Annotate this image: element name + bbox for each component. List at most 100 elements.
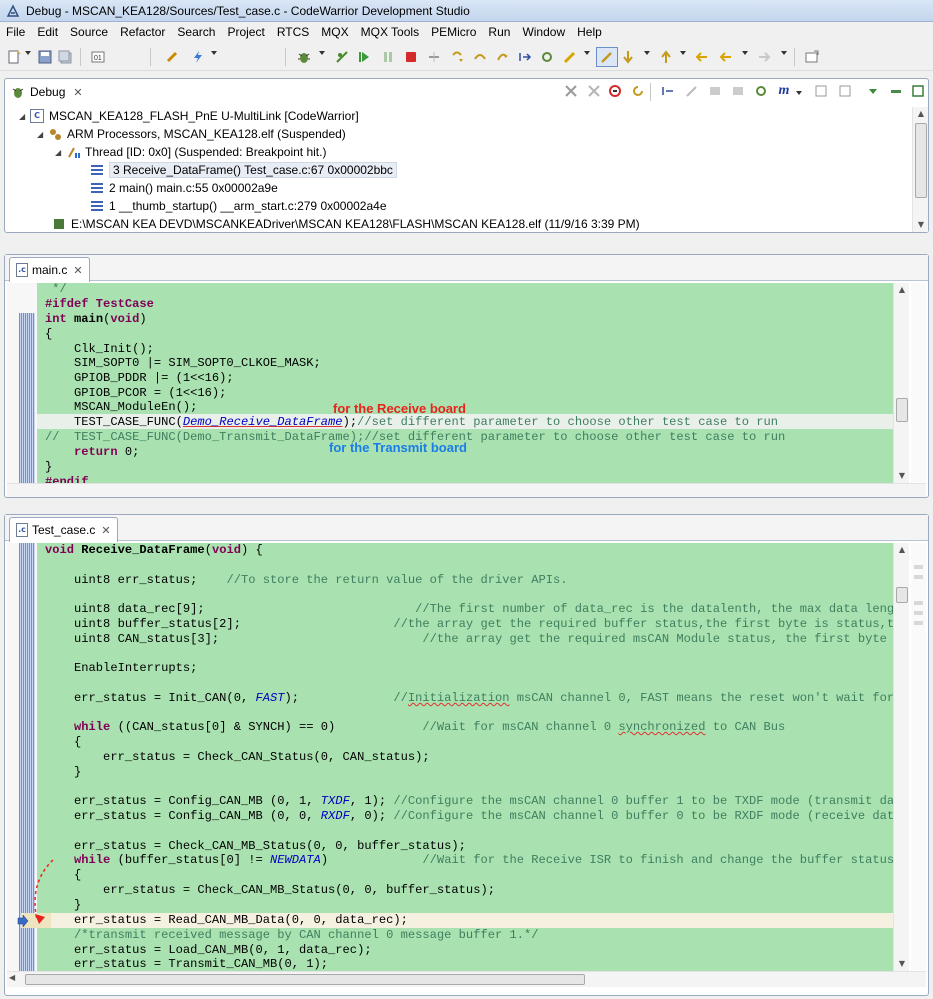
scroll-up-icon[interactable]: ▲	[913, 107, 929, 121]
connect-dropdown-icon[interactable]	[584, 51, 590, 55]
open-perspective-icon[interactable]	[804, 49, 820, 65]
scroll-thumb[interactable]	[915, 123, 927, 198]
toggle-mark-occurrences-icon[interactable]	[596, 47, 618, 67]
scroll-down-icon[interactable]: ▼	[894, 957, 910, 971]
minimize-icon[interactable]	[888, 83, 904, 99]
multicore-dropdown-icon[interactable]	[796, 91, 802, 95]
scroll-thumb[interactable]	[896, 587, 908, 603]
main-c-code-area[interactable]: */ #ifdef TestCase int main(void) { Clk_…	[7, 283, 893, 483]
tree-item-elf[interactable]: E:\MSCAN KEA DEVD\MSCANKEADriver\MSCAN K…	[51, 215, 640, 233]
debug-vertical-scrollbar[interactable]: ▲ ▼	[912, 107, 928, 232]
menu-file[interactable]: File	[0, 22, 31, 42]
code-line: err_status = Config_CAN_MB (0, 1, TXDF, …	[45, 794, 893, 808]
test-case-code-area[interactable]: void Receive_DataFrame(void) { uint8 err…	[7, 543, 893, 971]
tree-item-thread[interactable]: ◢ Thread [ID: 0x0] (Suspended: Breakpoin…	[55, 143, 326, 161]
forward-icon[interactable]	[756, 49, 772, 65]
terminate-icon[interactable]	[403, 49, 419, 65]
debug-dropdown-icon[interactable]	[319, 51, 325, 55]
multicore-m-icon[interactable]: m	[776, 83, 792, 99]
menu-mqx-tools[interactable]: MQX Tools	[355, 22, 425, 42]
step-return-icon[interactable]	[494, 49, 510, 65]
annotation-up-icon[interactable]	[658, 49, 674, 65]
build-config-icon[interactable]: 01	[90, 49, 106, 65]
step-into-icon[interactable]	[449, 49, 465, 65]
flash-icon[interactable]	[190, 49, 206, 65]
scroll-thumb[interactable]	[896, 398, 908, 422]
scroll-left-icon[interactable]: ◀	[9, 973, 15, 982]
back-dropdown-icon[interactable]	[742, 51, 748, 55]
memory-icon[interactable]	[707, 83, 723, 99]
forward-dropdown-icon[interactable]	[781, 51, 787, 55]
expand-triangle-icon[interactable]: ◢	[37, 130, 47, 139]
save-all-icon[interactable]	[57, 49, 73, 65]
view-menu-icon[interactable]	[865, 83, 881, 99]
test-case-horizontal-scrollbar[interactable]: ◀	[7, 971, 926, 987]
test-case-vertical-scrollbar[interactable]: ▲ ▼	[893, 543, 909, 971]
menu-pemicro[interactable]: PEMicro	[425, 22, 482, 42]
debug-bug-icon[interactable]	[296, 49, 312, 65]
skip-breakpoints-icon[interactable]	[334, 49, 350, 65]
menu-rtcs[interactable]: RTCS	[271, 22, 315, 42]
suspend-icon[interactable]	[380, 49, 396, 65]
step-over-icon[interactable]	[472, 49, 488, 65]
expand-triangle-icon[interactable]: ◢	[55, 148, 65, 157]
svg-text:01: 01	[94, 55, 102, 62]
disconnect-icon[interactable]	[426, 49, 442, 65]
save-icon[interactable]	[37, 49, 53, 65]
stack-frame-2[interactable]: 2 main() main.c:55 0x00002a9e	[89, 179, 278, 197]
resume-icon[interactable]	[356, 49, 372, 65]
connect-icon[interactable]	[562, 49, 578, 65]
menu-source[interactable]: Source	[64, 22, 114, 42]
maximize-icon[interactable]	[910, 83, 926, 99]
scroll-down-icon[interactable]: ▼	[913, 218, 929, 232]
flash-dropdown-icon[interactable]	[211, 51, 217, 55]
menu-window[interactable]: Window	[516, 22, 571, 42]
tree-item-launch[interactable]: ◢ C MSCAN_KEA128_FLASH_PnE U-MultiLink […	[19, 107, 359, 125]
scroll-down-icon[interactable]: ▼	[894, 469, 910, 483]
collapse-all-icon[interactable]	[813, 83, 829, 99]
scroll-up-icon[interactable]: ▲	[894, 543, 910, 557]
instruction-step-icon[interactable]	[517, 49, 533, 65]
reset-icon[interactable]	[539, 49, 555, 65]
link-with-editor-icon[interactable]	[837, 83, 853, 99]
code-line: int main(void)	[45, 312, 147, 326]
drop-to-frame-icon[interactable]	[607, 83, 623, 99]
tab-test-case-c[interactable]: .c Test_case.c ✕	[9, 517, 118, 542]
menu-refactor[interactable]: Refactor	[114, 22, 171, 42]
process-icon	[47, 126, 63, 142]
link-icon[interactable]	[164, 49, 180, 65]
menu-edit[interactable]: Edit	[31, 22, 64, 42]
stack-frame-3[interactable]: 3 Receive_DataFrame() Test_case.c:67 0x0…	[89, 161, 397, 179]
close-icon[interactable]: ✕	[73, 86, 82, 99]
menu-run[interactable]: Run	[482, 22, 516, 42]
menu-search[interactable]: Search	[171, 22, 221, 42]
stack-frame-1[interactable]: 1 __thumb_startup() __arm_start.c:279 0x…	[89, 197, 387, 215]
close-icon[interactable]: ✕	[73, 264, 82, 277]
main-c-vertical-scrollbar[interactable]: ▲ ▼	[893, 283, 909, 483]
close-icon[interactable]: ✕	[101, 524, 110, 537]
register-icon[interactable]	[730, 83, 746, 99]
prev-annotation-dropdown-icon[interactable]	[680, 51, 686, 55]
instruction-stepping-icon[interactable]	[660, 83, 676, 99]
main-c-horizontal-scrollbar[interactable]	[7, 483, 926, 497]
menu-help[interactable]: Help	[571, 22, 608, 42]
annotation-down-icon[interactable]	[620, 49, 636, 65]
reset-target-icon[interactable]	[753, 83, 769, 99]
expand-triangle-icon[interactable]: ◢	[19, 112, 29, 121]
scroll-thumb[interactable]	[25, 974, 585, 985]
step-filter-icon[interactable]	[684, 83, 700, 99]
refresh-icon[interactable]	[630, 83, 646, 99]
tab-main-c[interactable]: .c main.c ✕	[9, 257, 90, 282]
new-icon[interactable]	[6, 49, 22, 65]
debug-tab[interactable]: Debug ✕	[11, 83, 83, 101]
remove-all-icon[interactable]	[586, 83, 602, 99]
tree-item-process[interactable]: ◢ ARM Processors, MSCAN_KEA128.elf (Susp…	[37, 125, 346, 143]
next-annotation-dropdown-icon[interactable]	[644, 51, 650, 55]
remove-terminated-icon[interactable]	[563, 83, 579, 99]
last-edit-icon[interactable]	[694, 49, 710, 65]
menu-mqx[interactable]: MQX	[315, 22, 354, 42]
back-icon[interactable]	[718, 49, 734, 65]
menu-project[interactable]: Project	[221, 22, 270, 42]
scroll-up-icon[interactable]: ▲	[894, 283, 910, 297]
new-dropdown-icon[interactable]	[25, 51, 31, 55]
